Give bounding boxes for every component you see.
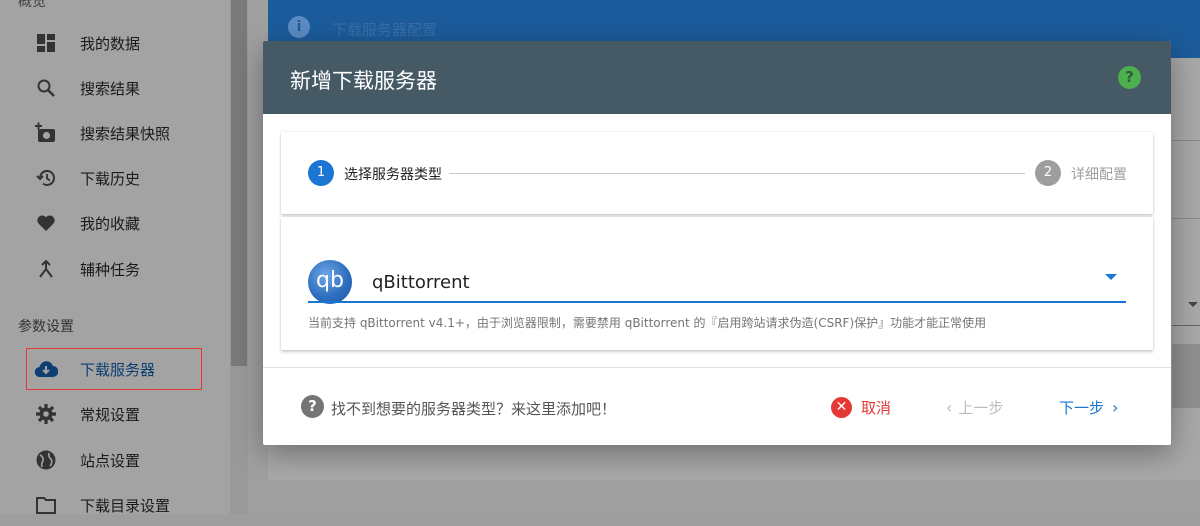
background-card-title: 下载服务器配置 [332, 21, 438, 39]
sidebar-item-label: 辅种任务 [80, 260, 141, 279]
app-root: 概览 我的数据 搜索结果 搜索结果快照 下载历史 我的收藏 辅种任务 参数设置 … [0, 0, 1200, 515]
server-type-hint: 当前支持 qBittorrent v4.1+，由于浏览器限制，需要禁用 qBit… [308, 316, 987, 330]
sidebar-item-label: 下载服务器 [80, 360, 156, 379]
sidebar-item-download-server[interactable]: 下载服务器 [26, 348, 202, 390]
background-field-line [1172, 140, 1200, 141]
add-server-type-link[interactable]: 找不到想要的服务器类型？来这里添加吧！ [331, 398, 616, 419]
step-2-label[interactable]: 详细配置 [1071, 164, 1127, 184]
next-step-button[interactable]: 下一步 › [1059, 391, 1118, 423]
sidebar-section-settings: 参数设置 [18, 319, 74, 335]
cloud-download-icon [34, 357, 58, 381]
help-circle-icon[interactable]: ? [301, 395, 324, 418]
sidebar-item-label: 搜索结果 [80, 79, 141, 98]
gear-icon [34, 402, 58, 426]
dialog-title: 新增下载服务器 [290, 69, 437, 93]
merge-icon [34, 257, 58, 281]
dialog-header: 新增下载服务器 ? [263, 41, 1171, 114]
cancel-button[interactable]: ✕ 取消 [831, 391, 891, 423]
help-icon[interactable]: ? [1118, 66, 1141, 89]
stepper-connector [449, 173, 1025, 174]
sidebar-item-label: 我的收藏 [80, 214, 141, 233]
sidebar-item-label: 常规设置 [80, 405, 141, 424]
history-icon [34, 166, 58, 190]
sidebar-item-label: 搜索结果快照 [80, 124, 171, 143]
step-1-number[interactable]: 1 [308, 160, 334, 186]
dialog-divider [263, 367, 1171, 368]
camera-add-icon [34, 121, 58, 145]
sidebar-item-search-results[interactable]: 搜索结果 [0, 67, 230, 109]
qbittorrent-logo: qb [308, 260, 352, 304]
sidebar-item-label: 站点设置 [80, 451, 141, 470]
chevron-right-icon: › [1112, 397, 1119, 417]
server-type-select[interactable]: qBittorrent [372, 272, 470, 293]
sidebar-scroll-thumb[interactable] [231, 0, 247, 366]
globe-icon [34, 448, 58, 472]
sidebar-item-label: 下载历史 [80, 169, 141, 188]
search-icon [34, 76, 58, 100]
next-step-label: 下一步 [1059, 398, 1105, 417]
heart-icon [34, 211, 58, 235]
previous-step-button[interactable]: ‹ 上一步 [946, 391, 1003, 423]
sidebar-item-search-snapshot[interactable]: 搜索结果快照 [0, 112, 230, 154]
sidebar-item-general-settings[interactable]: 常规设置 [0, 393, 230, 435]
sidebar-item-my-data[interactable]: 我的数据 [0, 22, 230, 64]
stepper: 1 选择服务器类型 2 详细配置 [281, 132, 1153, 214]
folder-icon [34, 493, 58, 517]
dashboard-icon [34, 31, 58, 55]
add-download-server-dialog: 新增下载服务器 ? 1 选择服务器类型 2 详细配置 qb qBittorren… [263, 41, 1171, 445]
background-select [1172, 284, 1200, 326]
select-underline [308, 301, 1126, 303]
sidebar-item-download-dir-settings[interactable]: 下载目录设置 [0, 484, 230, 526]
server-type-card: qb qBittorrent 当前支持 qBittorrent v4.1+，由于… [281, 217, 1153, 350]
sidebar-item-site-settings[interactable]: 站点设置 [0, 439, 230, 481]
sidebar-item-label: 我的数据 [80, 34, 141, 53]
previous-step-label: 上一步 [958, 398, 1004, 417]
sidebar-item-label: 下载目录设置 [80, 496, 171, 515]
background-panel [1172, 344, 1200, 408]
sidebar-section-overview: 概览 [18, 0, 46, 10]
dropdown-arrow-icon[interactable] [1105, 274, 1117, 280]
step-2-number[interactable]: 2 [1035, 160, 1061, 186]
sidebar-item-favorites[interactable]: 我的收藏 [0, 202, 230, 244]
sidebar-item-download-history[interactable]: 下载历史 [0, 157, 230, 199]
background-field-line [1172, 218, 1200, 219]
step-1-label[interactable]: 选择服务器类型 [344, 164, 442, 184]
sidebar-item-reseed-tasks[interactable]: 辅种任务 [0, 248, 230, 290]
info-icon: i [288, 16, 310, 38]
chevron-left-icon: ‹ [946, 397, 953, 417]
close-icon: ✕ [831, 396, 852, 418]
sidebar: 概览 我的数据 搜索结果 搜索结果快照 下载历史 我的收藏 辅种任务 参数设置 … [0, 0, 230, 515]
cancel-button-label: 取消 [861, 398, 892, 417]
